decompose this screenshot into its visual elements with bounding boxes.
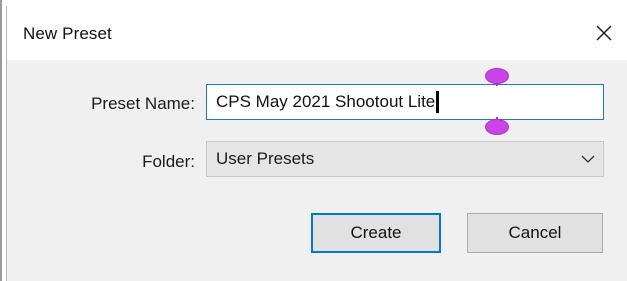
dialog-title: New Preset [23, 24, 112, 43]
cancel-button[interactable]: Cancel [467, 213, 603, 253]
chevron-down-icon [581, 155, 595, 163]
selection-handle-top[interactable] [485, 68, 509, 84]
close-icon [596, 25, 612, 41]
folder-select[interactable]: User Presets [206, 141, 604, 177]
dialog-titlebar: New Preset [7, 6, 627, 60]
preset-name-value: CPS May 2021 Shootout Lite [216, 92, 436, 111]
folder-label: Folder: [142, 152, 195, 171]
close-button[interactable] [581, 6, 627, 60]
folder-selected-value: User Presets [216, 149, 315, 168]
text-caret [436, 91, 440, 113]
preset-name-label: Preset Name: [91, 94, 195, 113]
selection-handle-bottom[interactable] [485, 119, 509, 135]
background-window-edge [0, 0, 627, 281]
create-button-label: Create [350, 223, 402, 242]
new-preset-dialog: New Preset Preset Name: CPS May 2021 Sho… [6, 6, 627, 281]
create-button[interactable]: Create [311, 213, 441, 253]
dialog-body: Preset Name: CPS May 2021 Shootout Lite … [7, 60, 627, 281]
cancel-button-label: Cancel [508, 223, 562, 242]
preset-name-input[interactable]: CPS May 2021 Shootout Lite [206, 84, 604, 120]
